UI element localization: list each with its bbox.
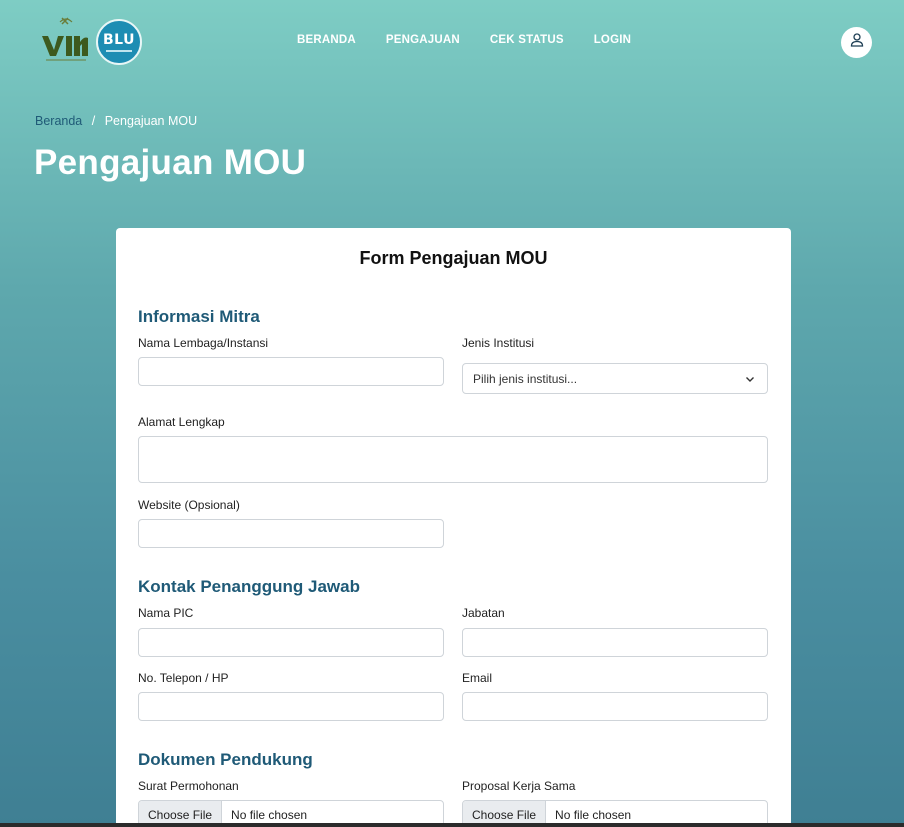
alamat-label: Alamat Lengkap (138, 415, 225, 429)
blu-logo-text: BLU (103, 31, 135, 48)
surat-file-status: No file chosen (231, 808, 308, 822)
alamat-textarea[interactable] (138, 436, 768, 483)
email-input[interactable] (462, 692, 768, 721)
menu-login[interactable]: LOGIN (594, 34, 631, 46)
proposal-file-status: No file chosen (555, 808, 632, 822)
section-informasi-mitra: Informasi Mitra (138, 307, 260, 326)
jabatan-label: Jabatan (462, 606, 505, 620)
nama-pic-label: Nama PIC (138, 606, 194, 620)
section-kontak-penanggung-jawab: Kontak Penanggung Jawab (138, 577, 360, 596)
telepon-input[interactable] (138, 692, 444, 721)
website-label: Website (Opsional) (138, 498, 240, 512)
user-icon (849, 32, 865, 53)
menu-beranda[interactable]: BERANDA (297, 34, 356, 46)
breadcrumb-home[interactable]: Beranda (35, 114, 82, 128)
uin-logo[interactable] (40, 16, 92, 64)
website-input[interactable] (138, 519, 444, 548)
navbar: BLU BERANDA PENGAJUAN CEK STATUS LOGIN (0, 0, 904, 84)
breadcrumb-separator: / (91, 114, 96, 128)
user-button[interactable] (841, 27, 872, 58)
bottom-edge (0, 823, 904, 827)
menu-pengajuan[interactable]: PENGAJUAN (386, 34, 460, 46)
blu-logo[interactable]: BLU (96, 19, 142, 65)
menu-cek-status[interactable]: CEK STATUS (490, 34, 564, 46)
proposal-label: Proposal Kerja Sama (462, 779, 576, 793)
nama-pic-input[interactable] (138, 628, 444, 657)
surat-permohonan-label: Surat Permohonan (138, 779, 239, 793)
jabatan-input[interactable] (462, 628, 768, 657)
section-dokumen-pendukung: Dokumen Pendukung (138, 750, 313, 769)
nama-lembaga-input[interactable] (138, 357, 444, 386)
telepon-label: No. Telepon / HP (138, 671, 229, 685)
email-label: Email (462, 671, 493, 685)
blu-logo-underline (106, 49, 132, 52)
form-title: Form Pengajuan MOU (359, 248, 548, 268)
breadcrumb-current: Pengajuan MOU (104, 114, 198, 128)
jenis-institusi-selected: Pilih jenis institusi... (473, 371, 578, 386)
page-title: Pengajuan MOU (34, 143, 307, 182)
jenis-institusi-label: Jenis Institusi (462, 336, 535, 350)
nama-lembaga-label: Nama Lembaga/Instansi (138, 336, 269, 350)
form-card: Form Pengajuan MOU Informasi Mitra Nama … (116, 228, 791, 827)
jenis-institusi-select[interactable]: Pilih jenis institusi... (462, 363, 768, 394)
main-menu: BERANDA PENGAJUAN CEK STATUS LOGIN (297, 34, 661, 46)
breadcrumb: Beranda / Pengajuan MOU (35, 114, 197, 128)
chevron-down-icon (745, 373, 755, 383)
